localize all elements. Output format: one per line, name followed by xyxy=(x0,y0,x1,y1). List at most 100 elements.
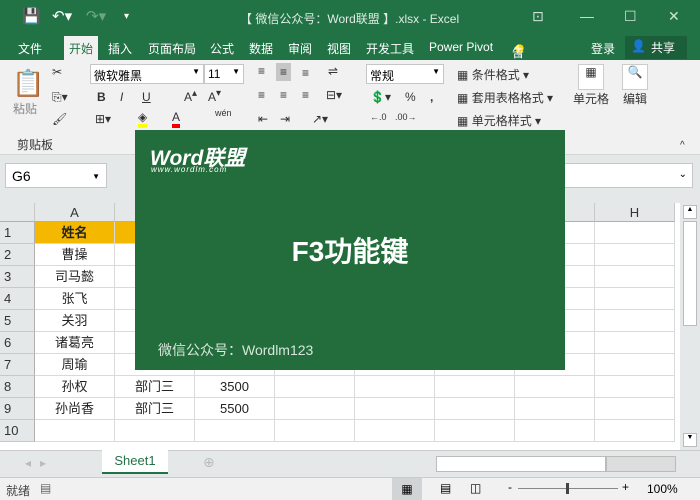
comma-button[interactable]: , xyxy=(430,90,433,104)
row-header-2[interactable]: 2 xyxy=(0,244,35,266)
cell-A5[interactable]: 关羽 xyxy=(35,310,115,332)
orientation-icon[interactable]: ↗▾ xyxy=(312,112,328,126)
tab-insert[interactable]: 插入 xyxy=(108,40,132,57)
wrap-text-icon[interactable]: ⇌ xyxy=(328,64,338,78)
tab-view[interactable]: 视图 xyxy=(327,40,351,57)
cell-styles-button[interactable]: ▦ 单元格样式 ▾ xyxy=(457,112,541,129)
cells-button[interactable]: ▦ 单元格 xyxy=(573,64,609,107)
cell-C8[interactable]: 3500 xyxy=(195,376,275,398)
minimize-icon[interactable]: — xyxy=(580,8,594,24)
page-layout-view-icon[interactable]: ▤ xyxy=(440,481,451,495)
maximize-icon[interactable]: ☐ xyxy=(624,8,637,25)
cell-G9[interactable] xyxy=(515,398,595,420)
row-header-8[interactable]: 8 xyxy=(0,376,35,398)
select-all-button[interactable] xyxy=(0,203,35,222)
expand-icon[interactable]: ⌄ xyxy=(679,169,687,180)
tab-power-pivot[interactable]: Power Pivot xyxy=(429,40,493,54)
cell-A8[interactable]: 孙权 xyxy=(35,376,115,398)
bold-button[interactable]: B xyxy=(97,90,106,104)
align-top-icon[interactable]: ≡ xyxy=(258,64,265,78)
sign-in-link[interactable]: 登录 xyxy=(591,40,615,57)
formula-input[interactable]: ⌄ xyxy=(560,163,693,188)
vertical-scrollbar[interactable]: ▲ ▼ xyxy=(680,203,700,450)
cell-A2[interactable]: 曹操 xyxy=(35,244,115,266)
cell-F8[interactable] xyxy=(435,376,515,398)
paste-icon[interactable]: 📋 xyxy=(12,68,44,99)
cell-H10[interactable] xyxy=(595,420,675,442)
align-right-icon[interactable]: ≡ xyxy=(302,88,309,102)
macro-record-icon[interactable]: ▤ xyxy=(40,481,51,495)
zoom-in-icon[interactable]: + xyxy=(622,480,629,494)
cut-icon[interactable]: ✂ xyxy=(52,65,62,79)
save-icon[interactable]: 💾 xyxy=(22,7,41,25)
conditional-format-button[interactable]: ▦ 条件格式 ▾ xyxy=(457,66,529,83)
horizontal-scroll-track[interactable] xyxy=(606,456,676,472)
tab-data[interactable]: 数据 xyxy=(249,40,273,57)
italic-button[interactable]: I xyxy=(120,90,123,104)
cell-H4[interactable] xyxy=(595,288,675,310)
cell-B10[interactable] xyxy=(115,420,195,442)
increase-indent-icon[interactable]: ⇥ xyxy=(280,112,290,126)
cell-H6[interactable] xyxy=(595,332,675,354)
cell-A7[interactable]: 周瑜 xyxy=(35,354,115,376)
cell-H5[interactable] xyxy=(595,310,675,332)
cell-G8[interactable] xyxy=(515,376,595,398)
page-break-view-icon[interactable]: ◫ xyxy=(470,481,481,495)
cell-A4[interactable]: 张飞 xyxy=(35,288,115,310)
cell-C9[interactable]: 5500 xyxy=(195,398,275,420)
cell-H3[interactable] xyxy=(595,266,675,288)
zoom-slider-thumb[interactable] xyxy=(566,483,569,494)
cell-A1[interactable]: 姓名 xyxy=(35,222,115,244)
column-header-h[interactable]: H xyxy=(595,203,675,222)
row-header-4[interactable]: 4 xyxy=(0,288,35,310)
zoom-level[interactable]: 100% xyxy=(647,482,678,496)
decrease-indent-icon[interactable]: ⇤ xyxy=(258,112,268,126)
align-middle-icon[interactable]: ≡ xyxy=(276,63,292,81)
phonetic-icon[interactable]: wén xyxy=(215,108,232,118)
scroll-thumb[interactable] xyxy=(683,221,697,326)
font-name-select[interactable]: 微软雅黑 ▼ xyxy=(90,64,204,84)
cell-B9[interactable]: 部门三 xyxy=(115,398,195,420)
increase-decimal-icon[interactable]: ←.0 xyxy=(370,112,387,122)
cell-H8[interactable] xyxy=(595,376,675,398)
paste-button[interactable]: 粘贴 xyxy=(13,100,37,117)
undo-icon[interactable]: ↶▾ xyxy=(52,7,72,25)
cell-E9[interactable] xyxy=(355,398,435,420)
font-color-icon[interactable]: A xyxy=(172,110,181,128)
row-header-7[interactable]: 7 xyxy=(0,354,35,376)
copy-icon[interactable]: ⎘▾ xyxy=(52,90,68,105)
add-sheet-icon[interactable]: ⊕ xyxy=(203,454,215,471)
collapse-ribbon-icon[interactable]: ^ xyxy=(680,140,685,151)
decrease-decimal-icon[interactable]: .00→ xyxy=(395,112,417,122)
scroll-down-icon[interactable]: ▼ xyxy=(683,433,697,447)
sheet-tab-sheet1[interactable]: Sheet1 xyxy=(102,450,168,474)
ribbon-display-icon[interactable]: ⊡ xyxy=(532,8,544,25)
currency-icon[interactable]: 💲▾ xyxy=(370,90,391,104)
cell-D10[interactable] xyxy=(275,420,355,442)
row-header-9[interactable]: 9 xyxy=(0,398,35,420)
number-format-select[interactable]: 常规 ▼ xyxy=(366,64,444,84)
cell-D8[interactable] xyxy=(275,376,355,398)
grow-font-icon[interactable]: A▴ xyxy=(184,88,197,104)
cell-A6[interactable]: 诸葛亮 xyxy=(35,332,115,354)
normal-view-icon[interactable]: ▦ xyxy=(392,478,422,500)
align-bottom-icon[interactable]: ≡ xyxy=(302,66,309,80)
format-as-table-button[interactable]: ▦ 套用表格格式 ▾ xyxy=(457,89,553,106)
close-icon[interactable]: ✕ xyxy=(668,8,680,25)
name-box[interactable]: G6 ▼ xyxy=(5,163,107,188)
tab-developer[interactable]: 开发工具 xyxy=(366,40,414,57)
align-center-icon[interactable]: ≡ xyxy=(280,88,287,102)
next-sheet-icon[interactable]: ▸ xyxy=(40,456,46,470)
horizontal-scrollbar[interactable] xyxy=(436,456,606,472)
cell-F9[interactable] xyxy=(435,398,515,420)
tab-home[interactable]: 开始 xyxy=(64,36,99,60)
row-header-10[interactable]: 10 xyxy=(0,420,35,442)
editing-button[interactable]: 🔍 编辑 xyxy=(620,64,650,107)
align-left-icon[interactable]: ≡ xyxy=(258,88,265,102)
row-header-1[interactable]: 1 xyxy=(0,222,35,244)
underline-button[interactable]: U xyxy=(142,90,151,104)
cell-B8[interactable]: 部门三 xyxy=(115,376,195,398)
borders-icon[interactable]: ⊞▾ xyxy=(95,112,111,126)
cell-A10[interactable] xyxy=(35,420,115,442)
cell-A9[interactable]: 孙尚香 xyxy=(35,398,115,420)
